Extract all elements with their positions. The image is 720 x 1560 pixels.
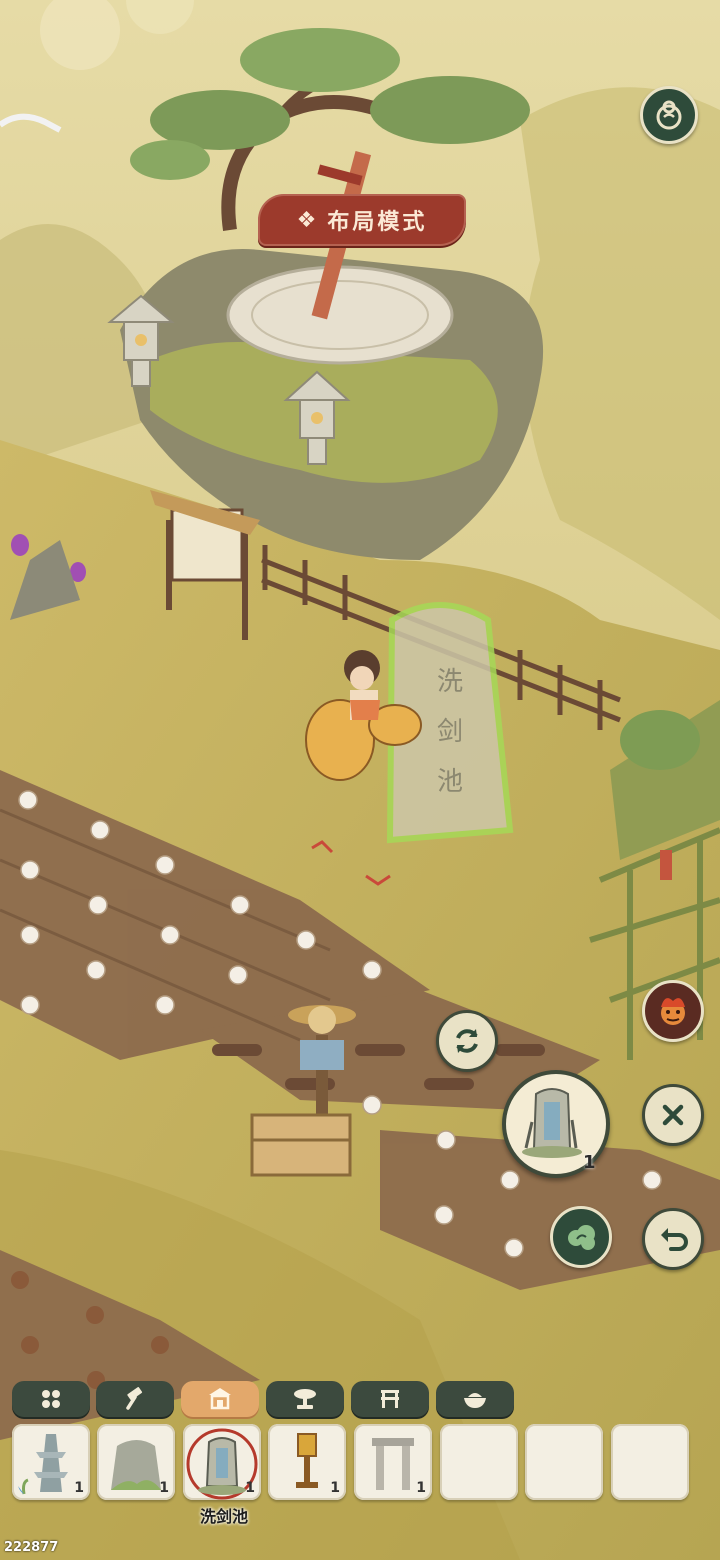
build-id: 222877 <box>4 1540 59 1555</box>
hammer-icon <box>126 1387 143 1410</box>
rotate-arrows-icon <box>456 1029 478 1053</box>
shrine-icon <box>209 1388 231 1410</box>
slot-count: 1 <box>74 1480 84 1496</box>
selected-item-count: 1 <box>583 1152 596 1173</box>
tab-plants[interactable] <box>266 1381 344 1417</box>
slot-count: 1 <box>330 1480 340 1496</box>
rotate-button[interactable] <box>436 1010 498 1072</box>
npc-portrait-button[interactable] <box>642 980 704 1042</box>
stele-char-2: 剑 <box>437 717 463 746</box>
inventory-slot-stone-archway[interactable]: 1 <box>354 1424 432 1500</box>
bonsai-tree-icon <box>294 1389 316 1409</box>
fire-demon-portrait <box>661 998 685 1025</box>
inventory-slot-mossy-rock[interactable]: 1 <box>97 1424 175 1500</box>
layout-mode-label: 布局模式 <box>327 210 428 235</box>
inventory-slot-empty[interactable] <box>440 1424 518 1500</box>
stele-char-1: 洗 <box>437 667 463 696</box>
tab-all[interactable] <box>12 1381 90 1417</box>
screen-fence-icon <box>381 1390 399 1408</box>
tab-food[interactable] <box>436 1381 514 1417</box>
store-button[interactable] <box>550 1206 612 1268</box>
tab-furniture[interactable] <box>351 1381 429 1417</box>
gourd-menu-button[interactable] <box>640 86 698 144</box>
undo-arrow-icon <box>661 1228 688 1251</box>
inventory-slot-stone-pagoda[interactable]: 1 <box>12 1424 90 1500</box>
stele-char-3: 池 <box>437 767 463 796</box>
layout-mode-banner: ❖ 布局模式 <box>258 194 466 246</box>
slot-count: 1 <box>245 1480 255 1496</box>
slot-count: 1 <box>416 1480 426 1496</box>
inventory-slot-empty[interactable] <box>611 1424 689 1500</box>
tab-buildings[interactable] <box>181 1381 259 1417</box>
close-x-icon <box>662 1104 684 1126</box>
diamond-ornament-icon: ❖ <box>296 207 320 233</box>
selected-item-label: 洗剑池 <box>199 1507 248 1526</box>
tab-tools[interactable] <box>96 1381 174 1417</box>
slot-count: 1 <box>159 1480 169 1496</box>
inventory-slot-empty[interactable] <box>525 1424 603 1500</box>
gourd-swirl-icon <box>656 100 682 130</box>
cancel-button[interactable] <box>642 1084 704 1146</box>
inventory-slot-golden-lantern[interactable]: 1 <box>268 1424 346 1500</box>
undo-button[interactable] <box>642 1208 704 1270</box>
rice-bowl-icon <box>464 1393 486 1408</box>
cloud-swirl-icon <box>568 1225 595 1250</box>
grid-four-icon <box>42 1390 60 1408</box>
inventory-slot-sword-stele[interactable]: 1 <box>183 1424 261 1500</box>
